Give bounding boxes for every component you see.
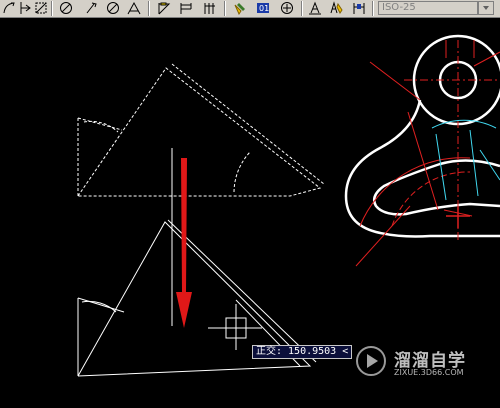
mechanical-part	[344, 34, 500, 267]
center-mark-icon[interactable]	[232, 0, 248, 16]
continue-dim-icon[interactable]	[156, 0, 172, 16]
toolbar-separator	[224, 1, 226, 16]
dim-style-combo[interactable]: ISO-25	[378, 1, 478, 15]
qleader-icon[interactable]	[178, 0, 194, 16]
play-logo-icon	[356, 346, 386, 376]
toolbar-separator	[372, 1, 374, 16]
move-direction-arrow	[176, 158, 192, 328]
dynamic-input-tooltip: 正交: 150.9503 <	[252, 345, 353, 359]
tolerance-icon[interactable]	[202, 0, 218, 16]
diameter-dim-icon[interactable]	[58, 0, 74, 16]
radius-dim-icon[interactable]	[33, 0, 49, 16]
dim-override-icon[interactable]	[351, 0, 367, 16]
ordinate-dim-icon[interactable]	[17, 0, 33, 16]
dimension-toolbar: 01 ISO-25	[0, 0, 500, 18]
angular-dim-icon[interactable]	[84, 0, 100, 16]
toolbar-separator	[51, 1, 53, 16]
dim-text-edit-icon[interactable]	[279, 0, 295, 16]
baseline-dim-icon[interactable]	[126, 0, 142, 16]
dim-edit-icon[interactable]: 01	[255, 0, 271, 16]
svg-text:01: 01	[259, 4, 269, 13]
arc-dim-icon[interactable]	[1, 0, 17, 16]
quick-dim-icon[interactable]	[105, 0, 121, 16]
toolbar-separator	[148, 1, 150, 16]
watermark-url: ZIXUE.3D66.COM	[394, 368, 464, 377]
dim-update-icon[interactable]	[307, 0, 323, 16]
dashed-triangle	[77, 63, 325, 197]
combo-dropdown-button[interactable]	[478, 1, 494, 15]
dim-style-icon[interactable]	[328, 0, 344, 16]
watermark: 溜溜自学 ZIXUE.3D66.COM	[352, 340, 472, 390]
toolbar-separator	[301, 1, 303, 16]
